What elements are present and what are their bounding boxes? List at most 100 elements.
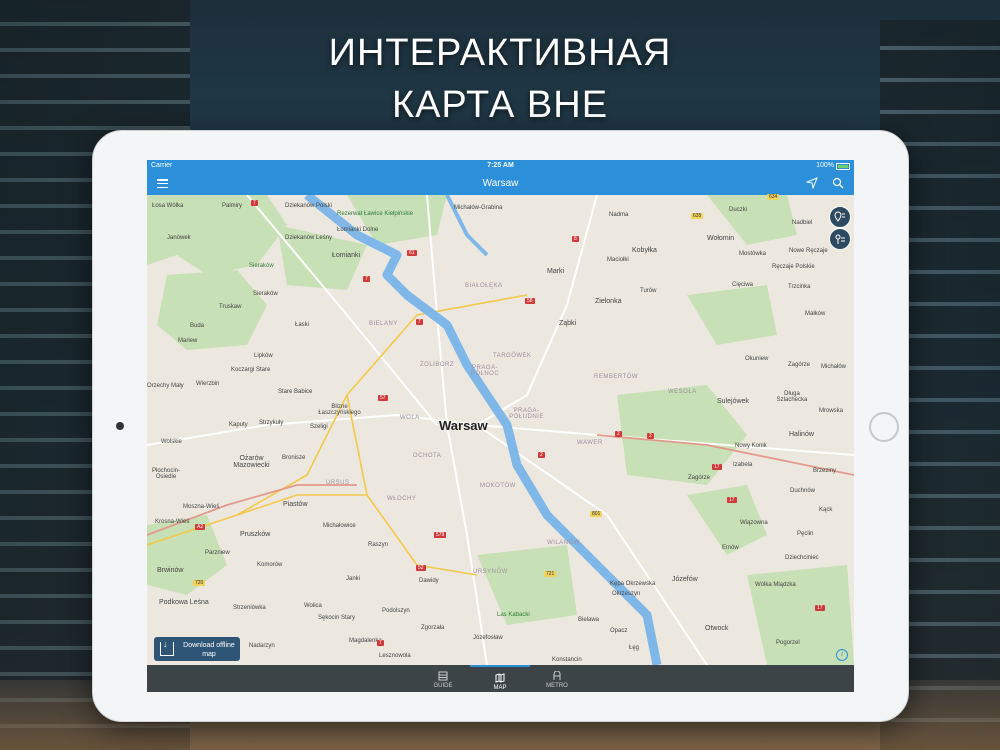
- map-layers-button[interactable]: [829, 228, 851, 250]
- app-screen: Carrier 7:25 AM 100% Warsaw Łosa Wólka P…: [147, 160, 854, 692]
- map-label: Bielawa: [578, 617, 600, 623]
- map-pins-button[interactable]: [829, 206, 851, 228]
- metro-icon: [553, 671, 561, 680]
- map-label: Marki: [547, 268, 565, 275]
- map-label: Mariew: [178, 338, 198, 344]
- map-label: Bronisze: [282, 455, 306, 461]
- home-button[interactable]: [869, 412, 899, 442]
- map-label: Raszyn: [368, 542, 389, 548]
- map-label: Maciołki: [607, 257, 629, 263]
- map-label: Zielonka: [595, 298, 622, 305]
- map-label: Koczargi Stare: [231, 367, 271, 373]
- road-shield: 2: [647, 433, 654, 439]
- map-icon: [495, 673, 505, 683]
- district-label: WAWER: [577, 440, 603, 446]
- map-label: Łosa Wólka: [152, 203, 184, 209]
- map-label: Halinów: [789, 431, 814, 438]
- district-label: WILANÓW: [547, 540, 580, 546]
- road-shield: 7: [251, 200, 258, 206]
- road-shield: 17: [727, 497, 737, 503]
- road-shield: 2: [538, 452, 545, 458]
- road-shield: 17: [815, 605, 825, 611]
- map-label: Otwock: [705, 625, 729, 632]
- map-label: Wiązowna: [740, 520, 768, 526]
- road-shield: 7: [416, 319, 423, 325]
- district-label: REMBERTÓW: [594, 374, 639, 380]
- tab-map[interactable]: MAP: [470, 665, 530, 692]
- locate-icon[interactable]: [806, 177, 818, 189]
- map-label: Łomianki: [332, 252, 361, 259]
- info-icon[interactable]: i: [836, 649, 848, 661]
- map-label: Cięciwa: [732, 282, 754, 288]
- map-label: Podolszyn: [382, 608, 410, 614]
- map-label: Sękocin Stary: [318, 615, 356, 621]
- map-label: Wólka Mlądzka: [755, 582, 796, 588]
- road-shield: 720: [193, 580, 206, 586]
- map-label: Dziechciniec: [785, 555, 819, 561]
- map-label: Palmiry: [222, 203, 243, 209]
- map-label: Łęg: [629, 645, 640, 651]
- map-label: Duczki: [729, 207, 748, 213]
- map-label: Sieraków: [253, 291, 278, 297]
- map-label: Nadarzyn: [249, 643, 275, 649]
- map-label: Sieraków: [249, 263, 274, 269]
- road-shield: 58: [525, 298, 535, 304]
- map-label: Okrzeszyn: [612, 591, 641, 597]
- district-label: WŁOCHY: [387, 496, 417, 502]
- search-icon[interactable]: [832, 177, 844, 189]
- map-label: Ożarów Mazowiecki: [233, 455, 270, 469]
- district-label: PRAGA-PÓŁNOC: [470, 365, 500, 377]
- map-label: Lesznowola: [379, 653, 411, 659]
- road-shield: 61: [407, 250, 417, 256]
- road-shield: 7: [377, 640, 384, 646]
- map-label: Izabela: [733, 462, 753, 468]
- map-label: Zagórze: [788, 362, 811, 368]
- map-label: Nowy Konik: [735, 443, 767, 449]
- map-label: Ręczaje Polskie: [772, 264, 815, 270]
- tab-guide[interactable]: GUIDE: [413, 665, 473, 692]
- map-label: Krosna-Wieś: [155, 519, 190, 525]
- map-label: Michałów-Grabina: [454, 205, 503, 211]
- tab-guide-label: GUIDE: [433, 683, 453, 689]
- district-label: BIAŁOŁĘKA: [465, 283, 503, 289]
- map-label: Płochocin-Osiedle: [151, 468, 180, 480]
- map-label: Kępa Okrzewska: [610, 581, 656, 587]
- district-label: ŻOLIBORZ: [420, 362, 455, 368]
- nav-bar: Warsaw: [147, 172, 854, 195]
- district-label: PRAGA-POŁUDNIE: [509, 408, 544, 420]
- district-label: URSYNÓW: [473, 569, 508, 575]
- map-label: Szeligi: [310, 424, 328, 430]
- map-label: Rezerwat Ławice Kiełpińskie: [337, 211, 414, 217]
- map-label: Blizne Łaszczyńskiego: [318, 404, 361, 416]
- map-label: Ząbki: [559, 320, 577, 327]
- road-shield: 2: [615, 431, 622, 437]
- map-label: Las Kabacki: [497, 612, 530, 618]
- status-time: 7:25 AM: [487, 162, 514, 169]
- road-shield: 57: [378, 395, 388, 401]
- map-label: Piastów: [283, 501, 308, 508]
- map-label: Moszna-Wieś: [183, 504, 220, 510]
- map-label: Podkowa Leśna: [159, 599, 209, 606]
- map-label: Kobyłka: [632, 247, 657, 254]
- route-list-icon: [835, 234, 845, 244]
- map-label: Długa Szlachecka: [776, 391, 808, 403]
- map-label: Wolskie: [161, 439, 182, 445]
- map-label: Janówek: [167, 235, 191, 241]
- map-label: Sulejówek: [717, 398, 749, 405]
- map-label: Wolica: [304, 603, 322, 609]
- headline-line1: ИНТЕРАКТИВНАЯ: [328, 32, 672, 74]
- map-label: Stare Babice: [278, 389, 313, 395]
- map-label: Okuniew: [745, 356, 769, 362]
- tab-metro[interactable]: METRO: [527, 665, 587, 692]
- map-label: Parzniew: [205, 550, 230, 556]
- status-bar: Carrier 7:25 AM 100%: [147, 160, 854, 172]
- road-shield: 579: [434, 532, 447, 538]
- map-label: Mostówka: [739, 251, 767, 257]
- tab-metro-label: METRO: [546, 683, 568, 689]
- map-label: Wołomin: [707, 235, 735, 242]
- map-view[interactable]: Łosa Wólka Palmiry Dziekanów Polski Reze…: [147, 194, 854, 665]
- tab-bar: GUIDE MAP METRO: [147, 665, 854, 692]
- map-label: Nadbiel: [792, 220, 813, 226]
- download-offline-map-button[interactable]: Download offline map: [154, 637, 240, 661]
- map-label: Michałów: [821, 364, 847, 370]
